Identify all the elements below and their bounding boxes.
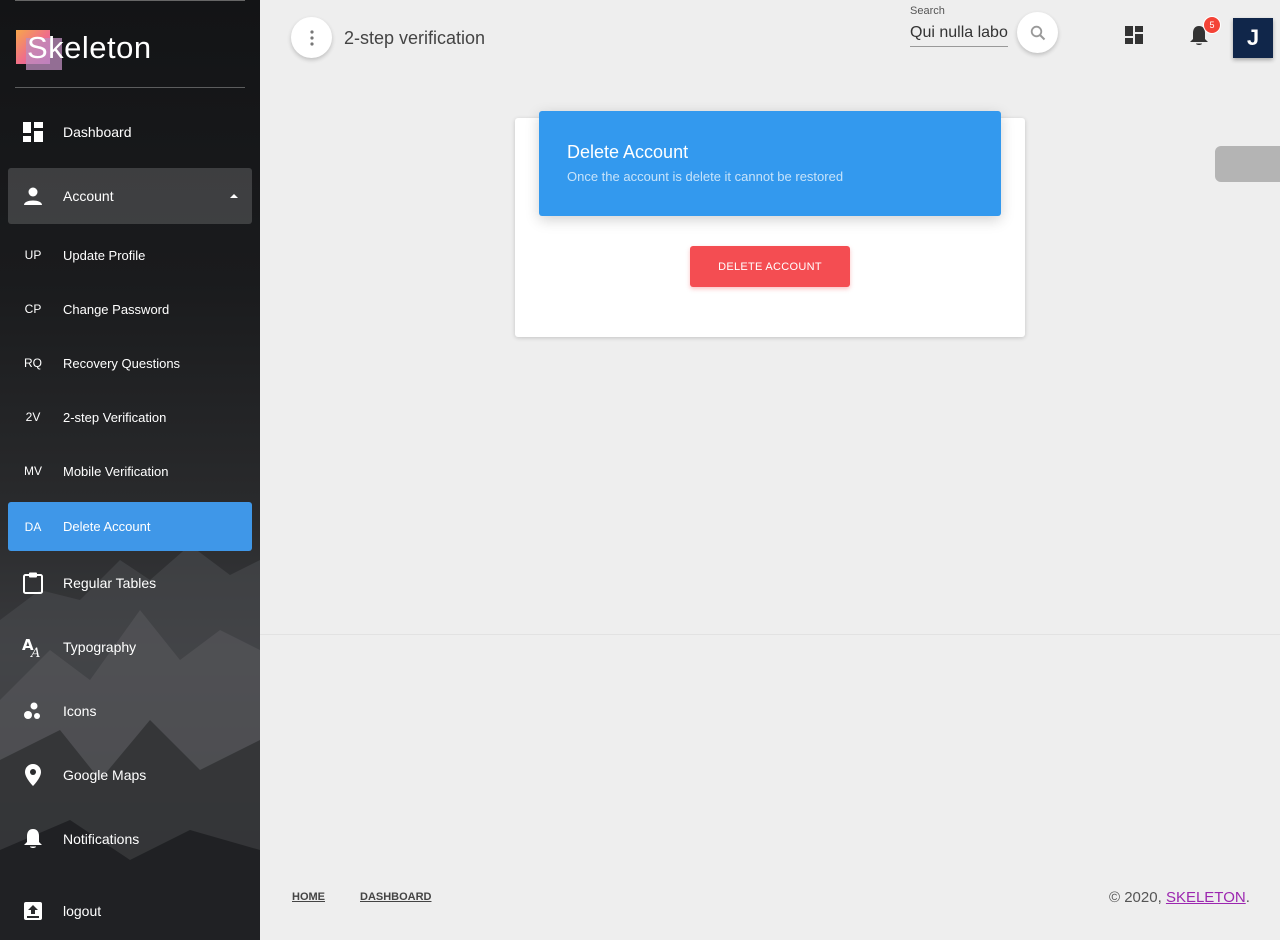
sidebar-item-logout[interactable]: logout — [8, 888, 252, 934]
delete-account-button[interactable]: DELETE ACCOUNT — [690, 246, 850, 287]
dashboard-button[interactable] — [1121, 22, 1147, 48]
page-title: 2-step verification — [344, 28, 486, 48]
subitem-abbr: RQ — [24, 356, 42, 370]
brand-logo[interactable]: Skeleton — [15, 28, 245, 72]
sidebar-item-label: Icons — [63, 703, 97, 719]
typography-icon: AA — [8, 636, 58, 658]
search-label: Search — [910, 5, 945, 17]
sidebar-item-icons[interactable]: Icons — [8, 688, 252, 734]
bubbles-icon — [8, 701, 58, 721]
subitem-abbr: DA — [24, 519, 42, 534]
sidebar-subitem-change-password[interactable]: CP Change Password — [8, 286, 252, 332]
notification-badge: 5 — [1203, 16, 1221, 34]
card-title: Delete Account — [567, 142, 689, 162]
dashboard-icon — [8, 122, 58, 142]
card-subtitle: Once the account is delete it cannot be … — [567, 169, 844, 184]
avatar[interactable]: J — [1233, 18, 1273, 58]
more-vert-icon — [309, 29, 314, 46]
sidebar-item-google-maps[interactable]: Google Maps — [8, 752, 252, 798]
footer-link-dashboard[interactable]: DASHBOARD — [360, 891, 432, 903]
sidebar-item-label: Regular Tables — [63, 575, 157, 591]
dashboard-icon — [1125, 26, 1143, 44]
sidebar-item-label: Account — [63, 188, 114, 204]
subitem-label: Recovery Questions — [63, 355, 181, 371]
settings-side-tab[interactable] — [1215, 146, 1280, 182]
subitem-abbr: 2V — [25, 410, 41, 424]
sidebar-item-label: logout — [63, 903, 102, 919]
more-options-button[interactable] — [291, 17, 332, 58]
subitem-abbr: CP — [24, 302, 42, 316]
subitem-label: Delete Account — [63, 519, 151, 534]
sidebar-subitem-mobile-verification[interactable]: MV Mobile Verification — [8, 448, 252, 494]
search-input[interactable] — [910, 19, 1008, 47]
sidebar-item-label: Notifications — [63, 831, 140, 847]
person-icon — [8, 186, 58, 206]
brand-link[interactable]: SKELETON — [1166, 889, 1246, 906]
clipboard-icon — [8, 572, 58, 594]
location-pin-icon — [8, 764, 58, 786]
subitem-label: 2-step Verification — [63, 409, 167, 425]
svg-text:A: A — [30, 646, 40, 658]
footer-link-home[interactable]: HOME — [292, 891, 325, 903]
copyright: © 2020, SKELETON. — [1109, 889, 1250, 906]
sidebar: Skeleton Dashboard Account UP Update Pro… — [0, 0, 260, 940]
logout-icon — [8, 901, 58, 921]
logo-text: Skeleton — [27, 30, 152, 65]
sidebar-item-label: Dashboard — [63, 124, 132, 140]
subitem-abbr: UP — [24, 248, 42, 262]
sidebar-item-notifications[interactable]: Notifications — [8, 816, 252, 862]
subitem-abbr: MV — [24, 464, 42, 478]
sidebar-subitem-2-step-verification[interactable]: 2V 2-step Verification — [8, 394, 252, 440]
subitem-label: Mobile Verification — [63, 463, 169, 479]
copyright-suffix: . — [1245, 889, 1250, 906]
caret-up-icon — [230, 194, 238, 198]
search-icon — [1030, 25, 1045, 40]
sidebar-subitem-update-profile[interactable]: UP Update Profile — [8, 232, 252, 278]
bell-icon — [8, 828, 58, 850]
sidebar-item-label: Google Maps — [63, 767, 147, 783]
sidebar-divider — [15, 87, 245, 88]
subitem-label: Update Profile — [63, 247, 146, 263]
content-divider — [260, 634, 1280, 635]
sidebar-subitem-recovery-questions[interactable]: RQ Recovery Questions — [8, 340, 252, 386]
sidebar-item-regular-tables[interactable]: Regular Tables — [8, 560, 252, 606]
search-button[interactable] — [1017, 12, 1058, 53]
sidebar-item-account[interactable]: Account — [8, 168, 252, 224]
copyright-prefix: © 2020, — [1109, 889, 1166, 906]
sidebar-item-typography[interactable]: AA Typography — [8, 624, 252, 670]
sidebar-item-label: Typography — [63, 639, 137, 655]
sidebar-subitem-delete-account[interactable]: DA Delete Account — [8, 502, 252, 551]
sidebar-item-dashboard[interactable]: Dashboard — [8, 108, 252, 156]
subitem-label: Change Password — [63, 301, 170, 317]
sidebar-top-line — [15, 0, 245, 1]
card-header: Delete Account Once the account is delet… — [539, 111, 1001, 216]
